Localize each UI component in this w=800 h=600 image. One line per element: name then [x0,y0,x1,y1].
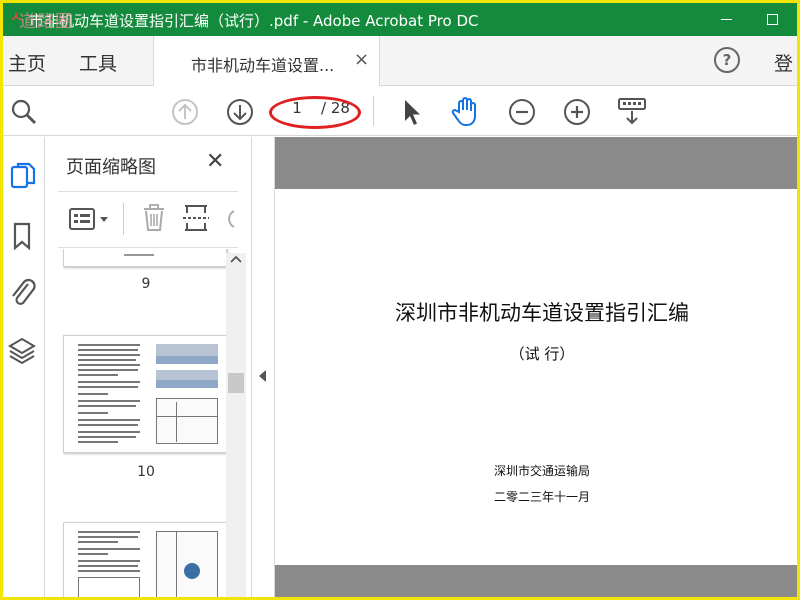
thumbnail-scrollbar[interactable] [226,253,246,597]
rotate-page-icon[interactable] [222,205,236,233]
page-thumbnails-icon[interactable] [9,161,37,191]
thumbnails-panel: 页面缩略图 ✕ 9 10 [46,137,252,597]
toolbar: 1 / 28 [3,86,797,136]
document-page: 深圳市非机动车道设置指引汇编 （试 行） 深圳市交通运输局 二零二三年十一月 [275,189,797,565]
menu-bar: 主页 工具 市非机动车道设置... × ? 登 [3,36,797,86]
thumbnail-page-number: 9 [141,276,151,292]
thumbnail-list: 9 10 [46,249,252,597]
zoom-in-icon[interactable] [563,98,591,126]
zoom-search-icon[interactable] [9,98,39,126]
zoom-out-icon[interactable] [508,98,536,126]
document-organization: 深圳市交通运输局 [493,464,590,478]
annotation-highlight-oval [269,96,361,129]
document-tab-label: 市非机动车道设置... [191,56,335,75]
delete-page-icon[interactable] [141,203,167,233]
panel-divider [58,191,238,192]
panel-divider [58,247,238,248]
panel-toolbar-divider [123,203,124,235]
document-view: 深圳市非机动车道设置指引汇编 （试 行） 深圳市交通运输局 二零二三年十一月 [275,137,797,597]
scroll-up-icon[interactable] [229,253,243,265]
bookmark-icon[interactable] [11,221,33,251]
document-date: 二零二三年十一月 [493,490,590,504]
scrollbar-thumb[interactable] [228,373,244,393]
maximize-icon [766,14,778,25]
help-icon[interactable]: ? [714,47,740,73]
panel-title: 页面缩略图 [66,157,156,178]
thumbnail-page[interactable] [63,335,227,453]
minimize-button[interactable] [703,3,749,36]
panel-collapse-strip[interactable] [253,137,275,597]
left-navigation-rail [3,137,45,597]
layers-icon[interactable] [7,335,37,367]
thumbnail-page[interactable] [63,522,227,597]
thumbnail-page[interactable] [63,249,227,267]
collapse-arrow-icon[interactable] [259,370,266,382]
maximize-button[interactable] [749,3,795,36]
page-display-icon[interactable] [616,97,648,127]
tab-tools[interactable]: 工具 [79,49,117,76]
sign-in-link[interactable]: 登 [774,49,793,76]
attachment-icon[interactable] [8,276,38,310]
thumbnail-page-number: 10 [137,464,155,480]
hand-tool-icon[interactable] [450,95,482,127]
document-subtitle: （试 行） [509,345,575,363]
prev-page-icon[interactable] [171,98,199,126]
document-title: 深圳市非机动车道设置指引汇编 [395,301,689,325]
next-page-icon[interactable] [226,98,254,126]
select-cursor-icon[interactable] [401,97,423,127]
window-title: 市非机动车道设置指引汇编（试行）.pdf - Adobe Acrobat Pro… [29,12,479,30]
document-tab[interactable]: 市非机动车道设置... × [153,36,380,86]
toolbar-divider [373,96,374,126]
close-panel-button[interactable]: ✕ [206,149,224,174]
tab-home[interactable]: 主页 [8,49,46,76]
title-bar: ㅅ 市非机动车道设置指引汇编（试行）.pdf - Adobe Acrobat P… [3,3,797,36]
close-tab-button[interactable]: × [354,49,369,70]
watermark-logo: 道路圈 [19,12,73,32]
application-window: ㅅ 市非机动车道设置指引汇编（试行）.pdf - Adobe Acrobat P… [3,3,797,597]
thumbnail-options-icon[interactable] [68,205,112,233]
minimize-icon [720,19,732,20]
extract-page-icon[interactable] [182,203,210,233]
